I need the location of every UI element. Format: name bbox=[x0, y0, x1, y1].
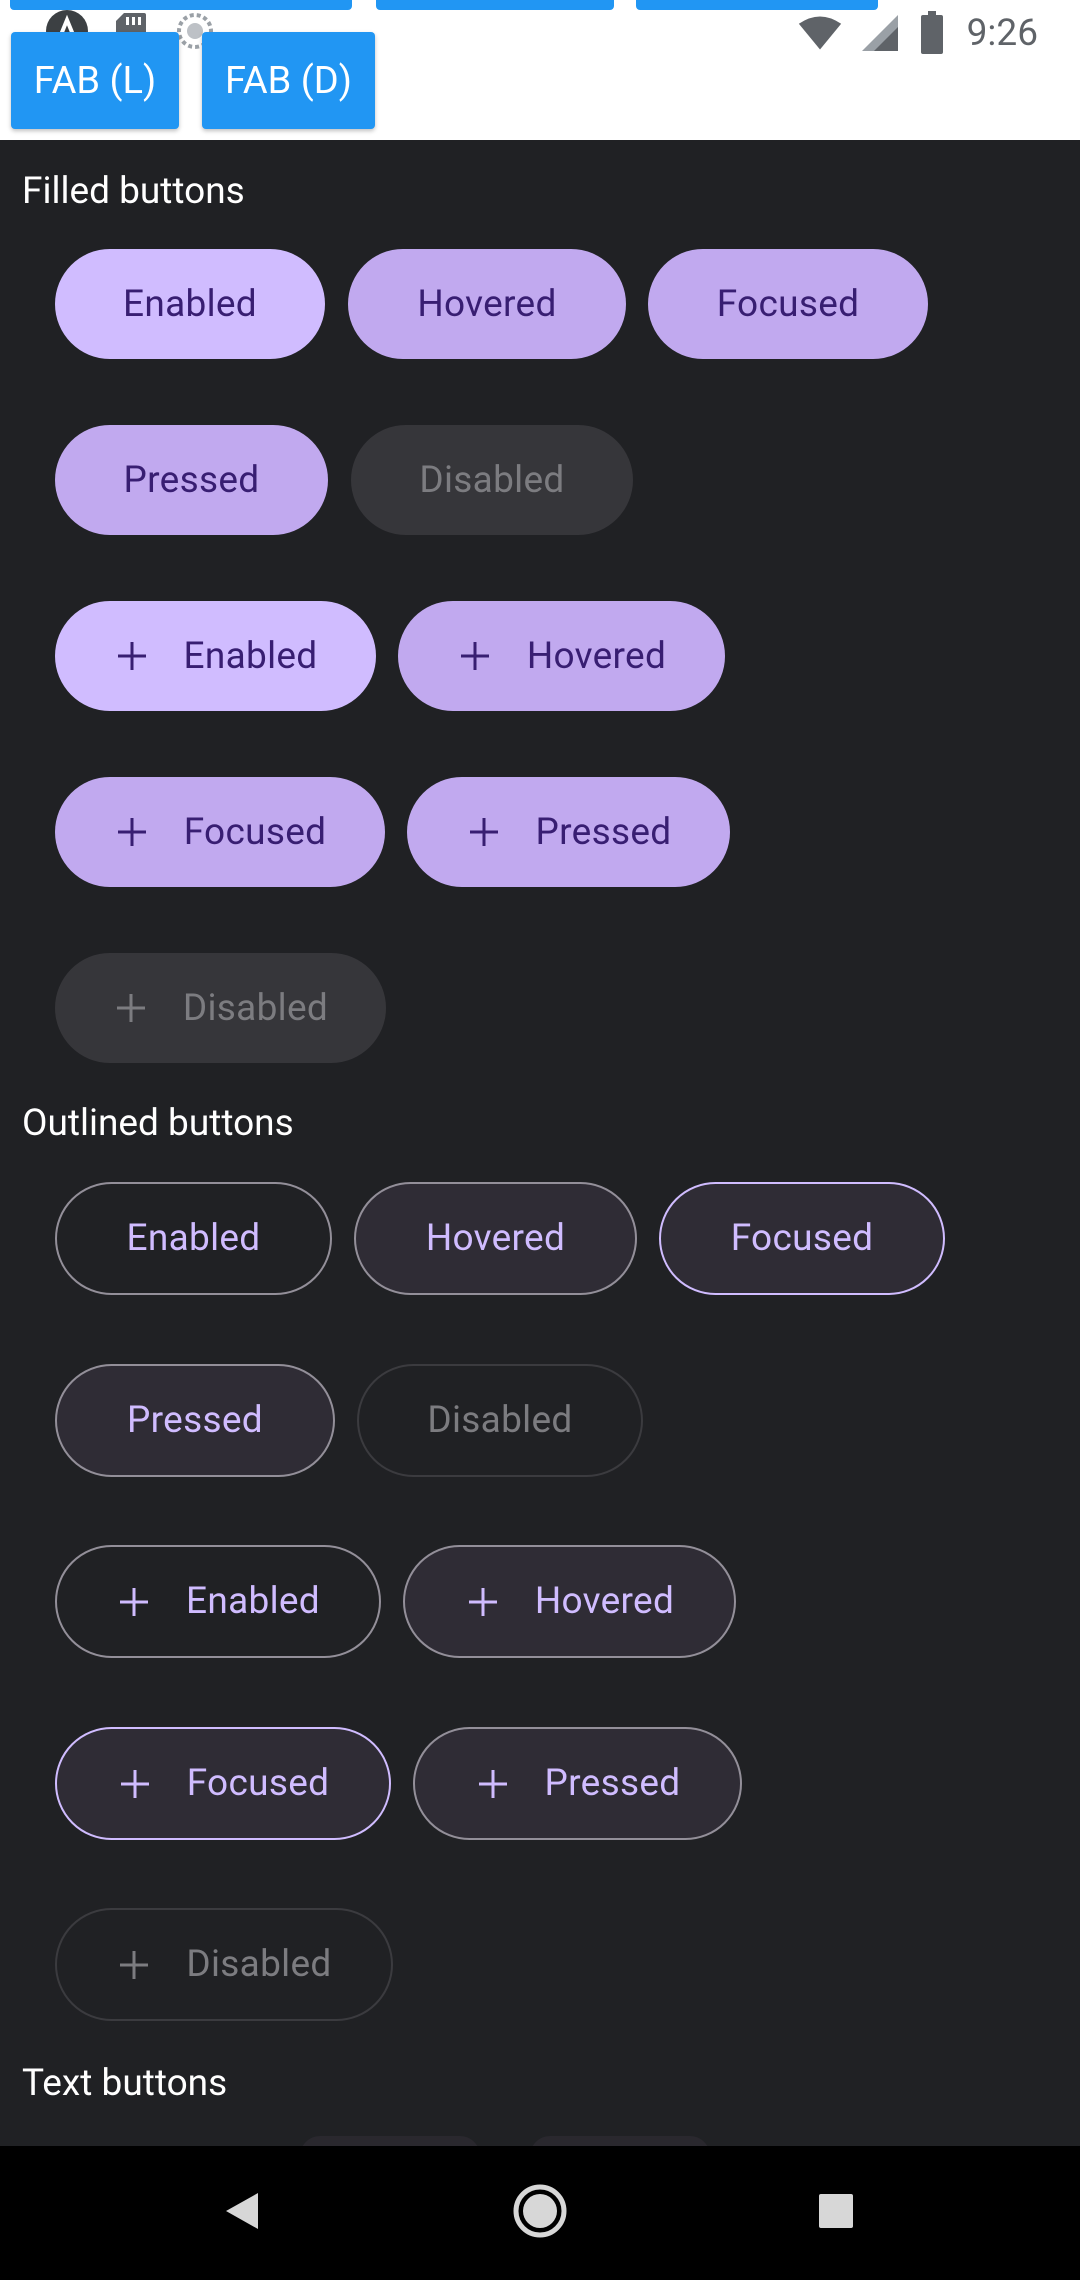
outlined-disabled-button: Disabled bbox=[357, 1364, 643, 1477]
text-button-stub[interactable] bbox=[300, 2136, 480, 2146]
outlined-icon-disabled-button: Disabled bbox=[55, 1908, 393, 2021]
button-label: Hovered bbox=[526, 634, 667, 678]
button-label: Enabled bbox=[123, 282, 257, 326]
outlined-focused-button[interactable]: Focused bbox=[659, 1182, 945, 1295]
button-label: Focused bbox=[730, 1217, 874, 1260]
nav-back-button[interactable] bbox=[172, 2146, 312, 2280]
cell-signal-icon bbox=[857, 10, 903, 56]
plus-icon bbox=[475, 1766, 511, 1802]
wifi-icon bbox=[797, 10, 843, 56]
recents-icon bbox=[817, 2192, 855, 2234]
outlined-icon-enabled-button[interactable]: Enabled bbox=[55, 1545, 381, 1658]
outlined-pressed-button[interactable]: Pressed bbox=[55, 1364, 335, 1477]
nav-home-button[interactable] bbox=[470, 2146, 610, 2280]
outlined-icon-focused-button[interactable]: Focused bbox=[55, 1727, 391, 1840]
plus-icon bbox=[457, 638, 493, 674]
text-buttons-heading: Text buttons bbox=[22, 2062, 228, 2105]
outlined-icon-pressed-button[interactable]: Pressed bbox=[413, 1727, 742, 1840]
button-label: Disabled bbox=[427, 1399, 573, 1442]
filled-icon-pressed-button[interactable]: Pressed bbox=[407, 777, 730, 887]
filled-disabled-button: Disabled bbox=[351, 425, 633, 535]
filled-focused-button[interactable]: Focused bbox=[648, 249, 928, 359]
outlined-buttons-heading: Outlined buttons bbox=[22, 1102, 294, 1145]
plus-icon bbox=[113, 990, 149, 1026]
filled-enabled-button[interactable]: Enabled bbox=[55, 249, 325, 359]
button-label: Hovered bbox=[534, 1580, 675, 1623]
text-button-stub[interactable] bbox=[530, 2136, 710, 2146]
plus-icon bbox=[114, 638, 150, 674]
plus-icon bbox=[465, 1584, 501, 1620]
home-icon bbox=[512, 2183, 568, 2243]
filled-icon-hovered-button[interactable]: Hovered bbox=[398, 601, 725, 711]
filled-buttons-heading: Filled buttons bbox=[22, 170, 245, 213]
button-label: Focused bbox=[186, 1762, 330, 1805]
button-label: Disabled bbox=[182, 986, 329, 1030]
button-label: Pressed bbox=[127, 1399, 263, 1442]
filled-icon-disabled-button: Disabled bbox=[55, 953, 386, 1063]
plus-icon bbox=[466, 814, 502, 850]
filled-icon-focused-button[interactable]: Focused bbox=[55, 777, 385, 887]
button-label: Pressed bbox=[544, 1762, 681, 1805]
button-label: Enabled bbox=[183, 634, 318, 678]
filled-pressed-button[interactable]: Pressed bbox=[55, 425, 328, 535]
plus-icon bbox=[117, 1766, 153, 1802]
outlined-enabled-button[interactable]: Enabled bbox=[55, 1182, 332, 1295]
button-label: Hovered bbox=[417, 282, 557, 326]
top-tab-stub[interactable] bbox=[376, 0, 614, 10]
plus-icon bbox=[114, 814, 150, 850]
system-nav-bar bbox=[0, 2146, 1080, 2280]
button-label: Focused bbox=[716, 282, 860, 326]
back-icon bbox=[222, 2189, 262, 2237]
button-label: Pressed bbox=[535, 810, 672, 854]
filled-icon-enabled-button[interactable]: Enabled bbox=[55, 601, 376, 711]
top-app-area: 9:26 FAB (L) FAB (D) bbox=[0, 0, 1080, 140]
status-clock: 9:26 bbox=[966, 11, 1038, 55]
fab-dark-button[interactable]: FAB (D) bbox=[202, 32, 375, 129]
fab-light-button[interactable]: FAB (L) bbox=[11, 32, 179, 129]
status-bar-right: 9:26 bbox=[797, 8, 1038, 58]
nav-recents-button[interactable] bbox=[766, 2146, 906, 2280]
button-label: Hovered bbox=[425, 1217, 566, 1260]
plus-icon bbox=[116, 1584, 152, 1620]
button-label: Disabled bbox=[419, 458, 565, 502]
filled-hovered-button[interactable]: Hovered bbox=[348, 249, 626, 359]
plus-icon bbox=[116, 1947, 152, 1983]
button-label: Disabled bbox=[186, 1943, 332, 1986]
battery-icon bbox=[917, 10, 947, 56]
button-label: Pressed bbox=[123, 458, 260, 502]
button-label: Enabled bbox=[126, 1217, 261, 1260]
outlined-icon-hovered-button[interactable]: Hovered bbox=[403, 1545, 736, 1658]
button-label: Enabled bbox=[186, 1580, 320, 1623]
button-gallery: Filled buttons Enabled Hovered Focused P… bbox=[0, 140, 1080, 2146]
button-label: Focused bbox=[183, 810, 327, 854]
outlined-hovered-button[interactable]: Hovered bbox=[354, 1182, 637, 1295]
